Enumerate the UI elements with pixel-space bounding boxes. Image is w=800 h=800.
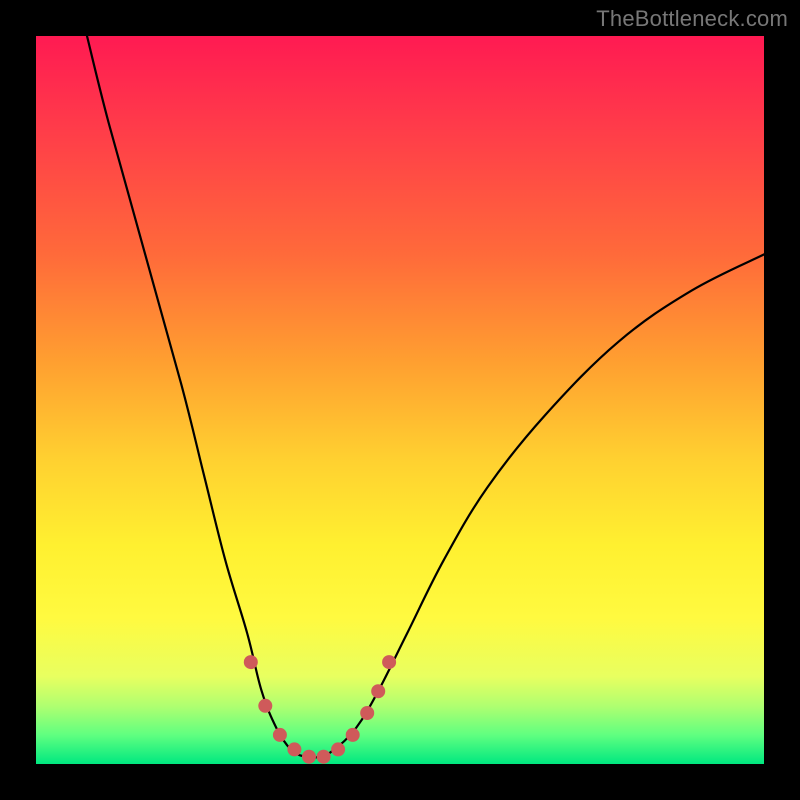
highlight-dot	[371, 684, 385, 698]
highlight-dot	[287, 742, 301, 756]
highlight-dot	[273, 728, 287, 742]
curve-svg	[36, 36, 764, 764]
highlight-dot	[360, 706, 374, 720]
highlight-dot	[317, 750, 331, 764]
chart-frame: TheBottleneck.com	[0, 0, 800, 800]
highlight-dot	[331, 742, 345, 756]
highlight-dot	[346, 728, 360, 742]
highlight-dot	[302, 750, 316, 764]
bottleneck-curve	[87, 36, 764, 758]
highlight-dot	[244, 655, 258, 669]
highlight-dot	[258, 699, 272, 713]
plot-area	[36, 36, 764, 764]
highlight-dots	[244, 655, 396, 764]
watermark-text: TheBottleneck.com	[596, 6, 788, 32]
highlight-dot	[382, 655, 396, 669]
